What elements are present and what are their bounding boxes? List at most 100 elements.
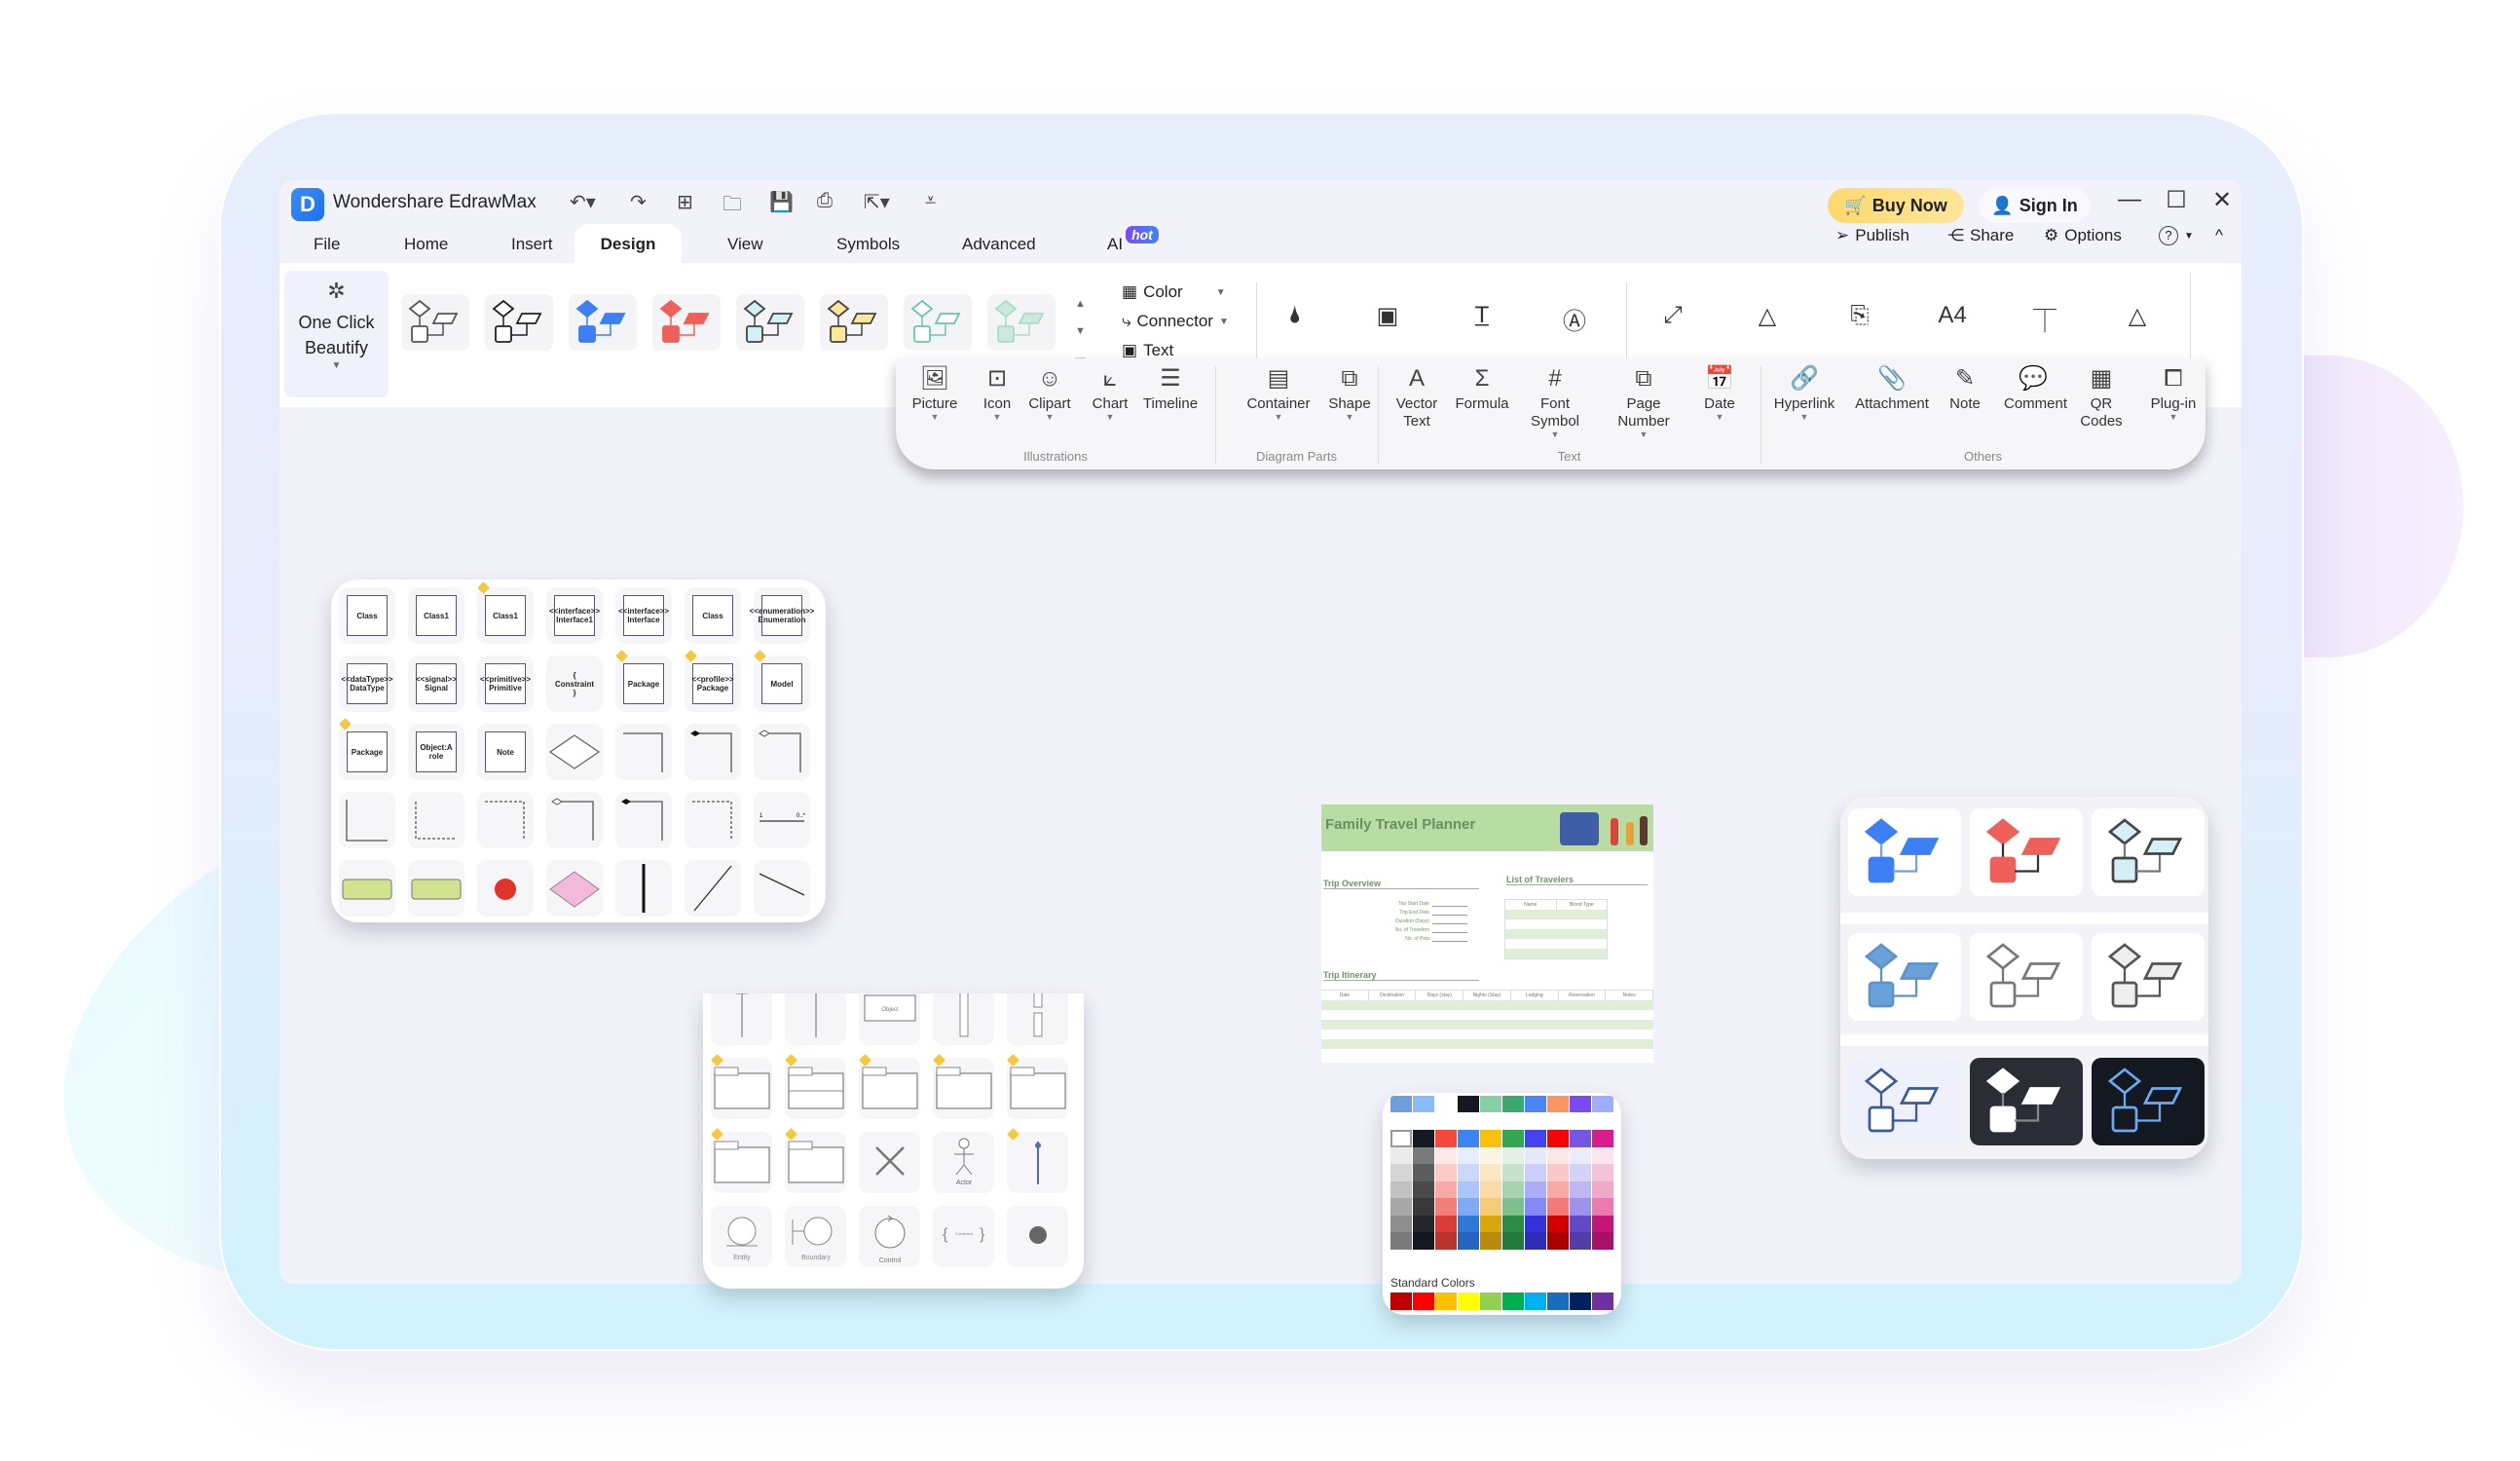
standard-color-swatch[interactable] (1413, 1292, 1434, 1310)
insert-note-button[interactable]: ✎ Note (1936, 364, 1994, 413)
theme-color-swatch[interactable] (1547, 1180, 1569, 1198)
uml-shape-item[interactable]: <<interface>> Interface1 (546, 587, 603, 644)
theme-style-option[interactable] (1848, 1058, 1961, 1145)
tab-home[interactable]: Home (387, 224, 465, 263)
theme-color-swatch[interactable] (1570, 1146, 1591, 1164)
theme-color-swatch[interactable] (1592, 1215, 1613, 1232)
recent-color-swatch[interactable] (1480, 1096, 1501, 1112)
uml-sequence-item[interactable]: Entity (711, 1206, 772, 1267)
customize-icon[interactable]: ⩡ (925, 190, 936, 212)
insert-icon-button[interactable]: ⊡ Icon ▼ (968, 364, 1026, 422)
uml-sequence-item[interactable] (1007, 993, 1068, 1045)
minimize-icon[interactable]: — (2115, 186, 2144, 213)
uml-sequence-item[interactable] (711, 993, 772, 1045)
theme-color-swatch[interactable] (1525, 1130, 1546, 1147)
uml-shape-item[interactable]: <<enumeration>> Enumeration (750, 587, 814, 644)
ribbon-theme-cyan[interactable] (736, 294, 804, 351)
one-click-beautify-button[interactable]: ✲ One Click Beautify ▼ (284, 271, 389, 397)
theme-color-swatch[interactable] (1413, 1146, 1434, 1164)
uml-sequence-item[interactable] (933, 993, 994, 1045)
uml-shape-item[interactable] (339, 860, 395, 917)
jump-style-icon[interactable]: ⏉ (2030, 302, 2059, 335)
uml-shape-item[interactable] (615, 792, 672, 848)
theme-color-swatch[interactable] (1480, 1180, 1501, 1198)
uml-shape-item[interactable] (546, 792, 603, 848)
buy-now-button[interactable]: 🛒 Buy Now (1828, 188, 1964, 223)
theme-color-swatch[interactable] (1525, 1180, 1546, 1198)
theme-color-swatch[interactable] (1525, 1215, 1546, 1232)
uml-sequence-item[interactable]: Boundary (785, 1206, 846, 1267)
insert-shape-button[interactable]: ⧉ Shape ▼ (1320, 364, 1379, 422)
page-size-icon[interactable]: A4 (1938, 302, 1967, 335)
recent-color-swatch[interactable] (1592, 1096, 1613, 1112)
theme-color-swatch[interactable] (1570, 1164, 1591, 1181)
theme-style-option[interactable] (1970, 1058, 2083, 1145)
uml-sequence-item[interactable] (933, 1054, 994, 1119)
tab-advanced[interactable]: Advanced (945, 224, 1054, 263)
tab-view[interactable]: View (710, 224, 781, 263)
recent-color-swatch[interactable] (1390, 1096, 1412, 1112)
scroll-down-icon[interactable]: ▼ (1075, 318, 1086, 345)
theme-style-option[interactable] (2092, 808, 2205, 896)
ribbon-theme-dark-outline[interactable] (485, 294, 553, 351)
theme-style-option[interactable] (1848, 933, 1961, 1021)
theme-color-swatch[interactable] (1435, 1198, 1457, 1216)
sign-in-button[interactable]: 👤 Sign In (1979, 188, 2091, 223)
family-travel-planner-template[interactable]: Family Travel Planner Trip Overview Trip… (1321, 805, 1654, 1063)
theme-color-swatch[interactable] (1413, 1198, 1434, 1216)
theme-color-swatch[interactable] (1390, 1146, 1412, 1164)
watermark-icon[interactable]: Ⓐ (1560, 302, 1589, 335)
insert-formula-button[interactable]: Σ Formula (1453, 364, 1511, 413)
theme-color-swatch[interactable] (1480, 1164, 1501, 1181)
theme-color-swatch[interactable] (1570, 1180, 1591, 1198)
uml-shape-item[interactable]: Model (754, 650, 810, 712)
uml-sequence-item[interactable]: {} Constraint (933, 1206, 994, 1267)
theme-color-swatch[interactable] (1435, 1215, 1457, 1232)
options-button[interactable]: ⚙ Options (2044, 226, 2122, 245)
theme-color-swatch[interactable] (1413, 1180, 1434, 1198)
uml-sequence-item[interactable] (1007, 1128, 1068, 1193)
theme-color-swatch[interactable] (1458, 1146, 1479, 1164)
tab-insert[interactable]: Insert (494, 224, 571, 263)
theme-style-option[interactable] (2092, 1058, 2205, 1145)
ribbon-theme-mint[interactable] (987, 294, 1056, 351)
standard-color-swatch[interactable] (1547, 1292, 1569, 1310)
ribbon-theme-yellow[interactable] (820, 294, 888, 351)
borders-icon[interactable]: △ (1753, 302, 1782, 335)
theme-style-option[interactable] (2092, 933, 2205, 1021)
background-picture-icon[interactable]: ▣ (1373, 302, 1402, 335)
theme-color-swatch[interactable] (1592, 1164, 1613, 1181)
insert-picture-button[interactable]: 🖼 Picture ▼ (906, 364, 964, 422)
theme-color-swatch[interactable] (1502, 1198, 1524, 1216)
uml-shape-item[interactable]: Package (339, 718, 395, 780)
uml-shape-item[interactable] (685, 724, 741, 780)
save-icon[interactable]: 💾 (769, 190, 794, 214)
tab-design[interactable]: Design (574, 224, 682, 263)
theme-color-swatch[interactable] (1413, 1164, 1434, 1181)
recent-color-swatch[interactable] (1570, 1096, 1591, 1112)
insert-page-number-button[interactable]: ⧉ Page Number ▼ (1605, 364, 1683, 439)
theme-color-swatch[interactable] (1525, 1146, 1546, 1164)
title-text-icon[interactable]: T̲ (1467, 302, 1497, 335)
insert-clipart-button[interactable]: ☺ Clipart ▼ (1020, 364, 1079, 422)
theme-color-swatch[interactable] (1502, 1215, 1524, 1232)
tab-symbols[interactable]: Symbols (819, 224, 917, 263)
uml-shape-item[interactable] (546, 724, 603, 780)
uml-shape-item[interactable]: <<primitive>> Primitive (477, 656, 534, 712)
uml-shape-item[interactable]: 1 0..* (754, 792, 810, 848)
uml-shape-item[interactable]: Package (615, 650, 672, 712)
uml-shape-item[interactable] (546, 860, 603, 917)
theme-color-swatch[interactable] (1525, 1164, 1546, 1181)
theme-color-swatch[interactable] (1547, 1130, 1569, 1147)
uml-shape-item[interactable] (339, 792, 395, 848)
recent-color-swatch[interactable] (1435, 1096, 1457, 1112)
theme-color-swatch[interactable] (1458, 1130, 1479, 1147)
scroll-up-icon[interactable]: ▲ (1075, 290, 1086, 318)
theme-color-swatch[interactable] (1413, 1130, 1434, 1147)
uml-shape-item[interactable]: { Constraint } (546, 656, 603, 712)
theme-color-swatch[interactable] (1480, 1130, 1501, 1147)
theme-style-option[interactable] (1848, 808, 1961, 896)
theme-color-swatch[interactable] (1435, 1232, 1457, 1250)
uml-sequence-item[interactable] (785, 1054, 846, 1119)
insert-vector-text-button[interactable]: A Vector Text (1378, 364, 1456, 431)
